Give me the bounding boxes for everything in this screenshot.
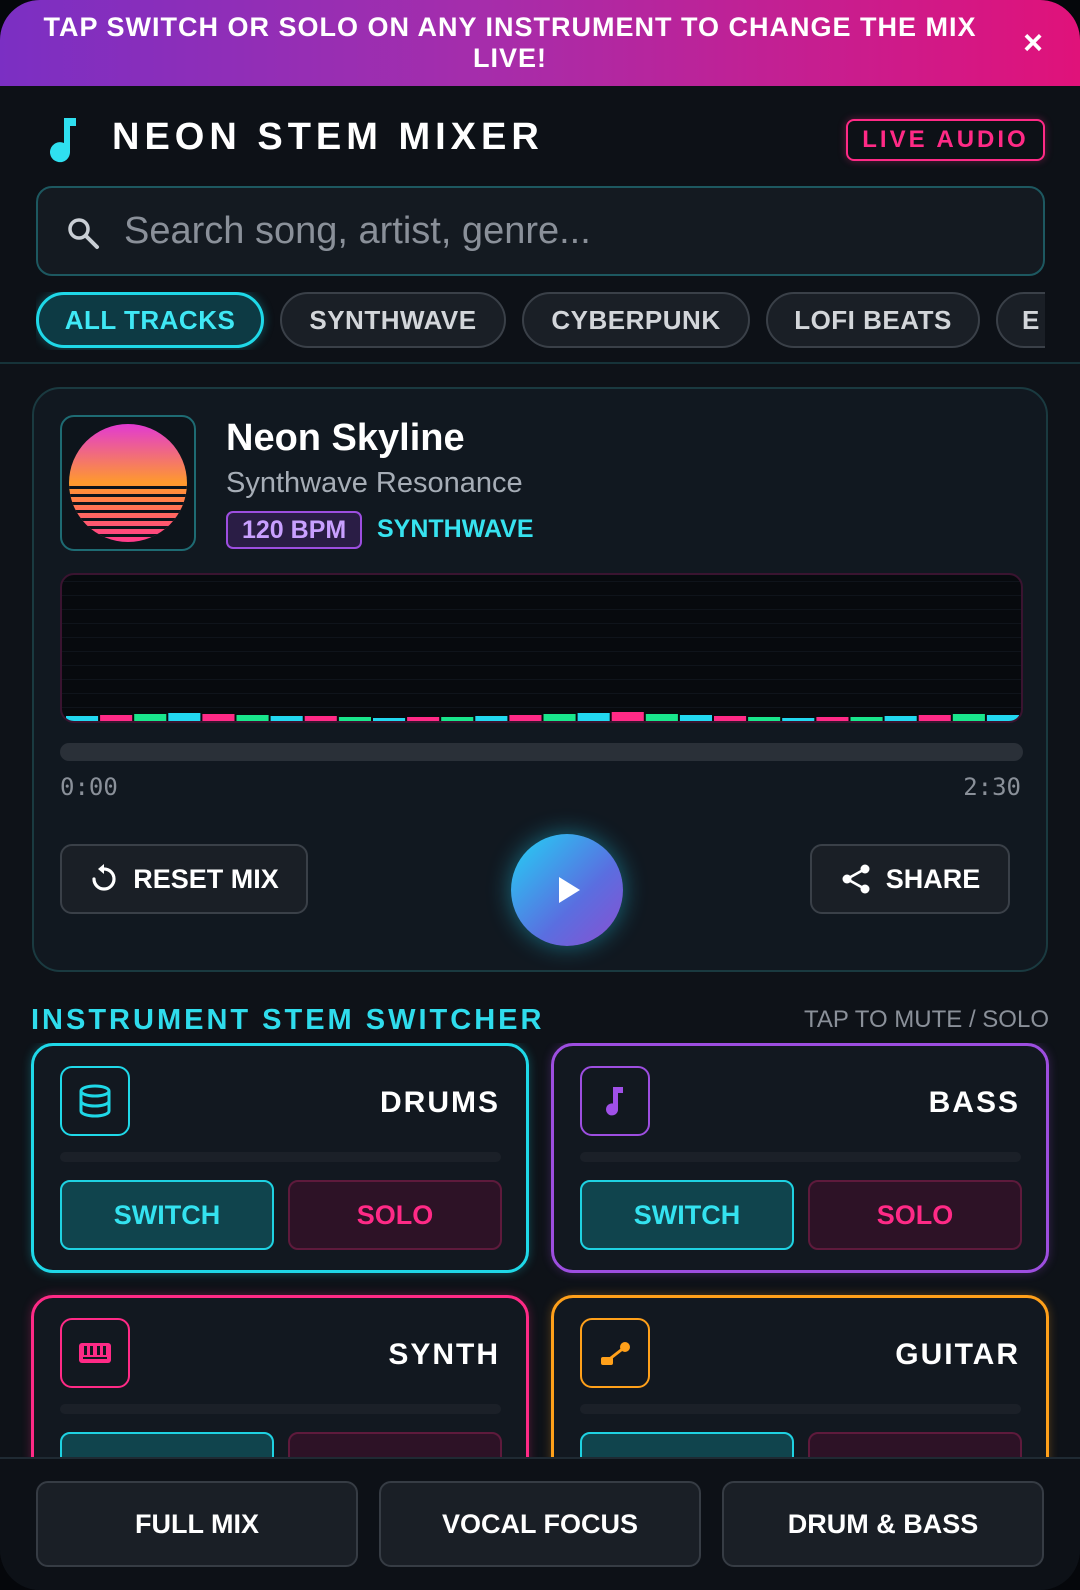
drums-solo-button[interactable]: SOLO (288, 1180, 502, 1250)
drums-switch-button[interactable]: SWITCH (60, 1180, 274, 1250)
preset-drum-bass-button[interactable]: DRUM & BASS (722, 1481, 1044, 1567)
album-art (60, 415, 196, 551)
visualizer-bar (748, 717, 781, 721)
genre-chip-more[interactable]: E (996, 292, 1045, 348)
play-button[interactable] (511, 834, 623, 946)
share-icon (842, 864, 870, 894)
reset-icon (92, 864, 116, 891)
preset-bar: FULL MIX VOCAL FOCUS DRUM & BASS (0, 1457, 1080, 1590)
bpm-badge: 120 BPM (226, 511, 363, 549)
share-label: SHARE (885, 863, 981, 894)
genre-tag: SYNTHWAVE (377, 515, 534, 543)
visualizer-bar (270, 716, 303, 721)
visualizer-bar (986, 715, 1019, 721)
visualizer-bar (918, 715, 951, 721)
visualizer-bar (509, 715, 542, 721)
stem-name-synth: SYNTH (388, 1338, 500, 1371)
genre-chip-synthwave[interactable]: SYNTHWAVE (280, 292, 506, 348)
stem-card-drums: DRUMS SWITCH SOLO (31, 1043, 529, 1273)
stem-card-bass: BASS SWITCH SOLO (551, 1043, 1049, 1273)
visualizer-bar (373, 718, 406, 721)
stem-section-title: INSTRUMENT STEM SWITCHER (31, 1004, 545, 1036)
stem-section-hint: TAP TO MUTE / SOLO (804, 1006, 1049, 1033)
track-title: Neon Skyline (226, 417, 465, 459)
visualizer-bar (236, 715, 269, 721)
music-note-icon (50, 118, 76, 163)
stem-level-meter (580, 1404, 1021, 1414)
visualizer-bar (850, 717, 883, 721)
app-root: TAP SWITCH OR SOLO ON ANY INSTRUMENT TO … (0, 0, 1080, 1590)
search-icon (68, 218, 99, 249)
visualizer-bar (782, 718, 815, 721)
synth-solo-button[interactable]: SOLO (288, 1432, 502, 1457)
bass-solo-button[interactable]: SOLO (808, 1180, 1022, 1250)
preset-full-mix-button[interactable]: FULL MIX (36, 1481, 358, 1567)
stem-name-guitar: GUITAR (895, 1338, 1020, 1371)
close-icon[interactable]: × (1016, 26, 1050, 60)
visualizer-bar (679, 715, 712, 721)
search-input[interactable] (124, 188, 1024, 274)
stem-level-meter (60, 1152, 501, 1162)
visualizer-bar (952, 714, 985, 721)
genre-chip-cyberpunk[interactable]: CYBERPUNK (522, 292, 750, 348)
genre-filter-bar: ALL TRACKS SYNTHWAVE CYBERPUNK LOFI BEAT… (36, 292, 1045, 350)
visualizer-bar (202, 714, 235, 721)
stem-level-meter (580, 1152, 1021, 1162)
stem-card-guitar: GUITAR SWITCH SOLO (551, 1295, 1049, 1457)
app-title: NEON STEM MIXER (112, 116, 544, 158)
visualizer-bar (475, 716, 508, 721)
reset-mix-button[interactable]: RESET MIX (60, 844, 308, 914)
visualizer-bar (816, 717, 849, 721)
tip-banner: TAP SWITCH OR SOLO ON ANY INSTRUMENT TO … (0, 0, 1080, 86)
visualizer-bar (304, 716, 337, 721)
visualizer-bar (441, 717, 474, 721)
share-button[interactable]: SHARE (810, 844, 1010, 914)
audio-visualizer (60, 573, 1023, 723)
music-note-icon (580, 1066, 650, 1136)
visualizer-bar (543, 714, 576, 721)
stem-card-synth: SYNTH SWITCH SOLO (31, 1295, 529, 1457)
bass-switch-button[interactable]: SWITCH (580, 1180, 794, 1250)
stem-name-drums: DRUMS (380, 1086, 500, 1119)
stem-level-meter (60, 1404, 501, 1414)
track-artist: Synthwave Resonance (226, 467, 523, 499)
duration: 2:30 (963, 773, 1021, 801)
preset-vocal-focus-button[interactable]: VOCAL FOCUS (379, 1481, 701, 1567)
visualizer-bars (66, 712, 1019, 721)
visualizer-bar (100, 715, 133, 721)
stem-grid: DRUMS SWITCH SOLO BASS SWITCH SOLO SYNTH… (0, 1043, 1080, 1457)
visualizer-bar (134, 714, 167, 721)
drum-icon (60, 1066, 130, 1136)
guitar-solo-button[interactable]: SOLO (808, 1432, 1022, 1457)
synth-switch-button[interactable]: SWITCH (60, 1432, 274, 1457)
reset-mix-label: RESET MIX (133, 863, 279, 894)
guitar-icon (580, 1318, 650, 1388)
live-audio-badge: LIVE AUDIO (846, 119, 1045, 161)
visualizer-bar (645, 714, 678, 721)
play-icon (559, 877, 580, 903)
visualizer-bar (714, 716, 747, 721)
visualizer-bar (407, 717, 440, 721)
visualizer-bar (884, 716, 917, 721)
stem-name-bass: BASS (928, 1086, 1020, 1119)
sunset-artwork (69, 424, 187, 542)
visualizer-bar (611, 712, 644, 721)
guitar-switch-button[interactable]: SWITCH (580, 1432, 794, 1457)
keyboard-icon (60, 1318, 130, 1388)
search-bar (36, 186, 1045, 276)
tip-banner-text: TAP SWITCH OR SOLO ON ANY INSTRUMENT TO … (43, 12, 977, 73)
now-playing-card: Neon Skyline Synthwave Resonance 120 BPM… (32, 387, 1048, 972)
genre-chip-lofi-beats[interactable]: LOFI BEATS (766, 292, 980, 348)
seek-bar[interactable] (60, 743, 1023, 761)
genre-chip-all-tracks[interactable]: ALL TRACKS (36, 292, 264, 348)
header: NEON STEM MIXER LIVE AUDIO ALL TRACKS SY… (0, 86, 1080, 364)
visualizer-bar (168, 713, 201, 721)
visualizer-bar (577, 713, 610, 721)
visualizer-bar (338, 717, 371, 721)
visualizer-bar (66, 716, 99, 721)
current-time: 0:00 (60, 773, 118, 801)
